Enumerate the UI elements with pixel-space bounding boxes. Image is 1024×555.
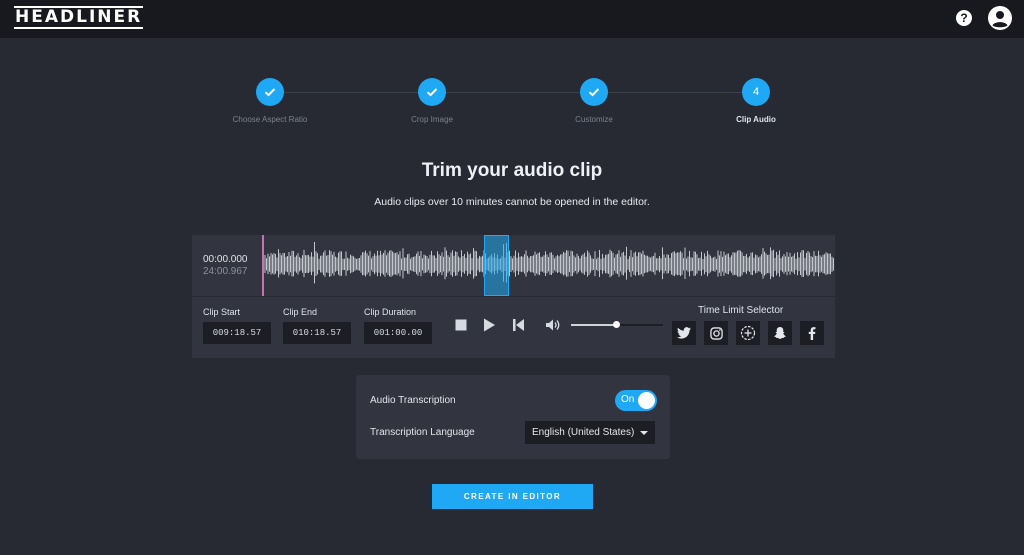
step-crop-image[interactable]: Crop Image <box>362 78 502 124</box>
clip-end-label: Clip End <box>283 307 318 317</box>
clip-controls-panel: Clip Start 009:18.57 Clip End 010:18.57 … <box>192 297 835 358</box>
step-label: Customize <box>575 115 613 124</box>
clip-end-field[interactable]: 010:18.57 <box>283 322 351 344</box>
step-label: Choose Aspect Ratio <box>232 115 308 124</box>
step-complete-check-icon <box>580 78 608 106</box>
step-complete-check-icon <box>418 78 446 106</box>
chevron-down-icon <box>640 431 648 435</box>
time-limit-selector-label: Time Limit Selector <box>698 305 784 316</box>
add-circle-icon <box>740 325 756 341</box>
step-label: Crop Image <box>411 115 453 124</box>
help-icon[interactable]: ? <box>956 10 972 26</box>
audio-waveform[interactable] <box>262 235 835 296</box>
step-complete-check-icon <box>256 78 284 106</box>
volume-slider-remaining <box>616 324 663 326</box>
create-in-editor-button[interactable]: CREATE IN EDITOR <box>432 484 593 509</box>
instagram-button[interactable] <box>704 321 728 345</box>
add-platform-button[interactable] <box>736 321 760 345</box>
step-customize[interactable]: Customize <box>524 78 664 124</box>
waveform-panel[interactable]: 00:00.000 24:00.967 <box>192 235 835 296</box>
playhead[interactable] <box>262 235 264 296</box>
twitter-button[interactable] <box>672 321 696 345</box>
total-duration: 24:00.967 <box>203 266 248 277</box>
waveform-bars <box>262 242 834 284</box>
headliner-logo[interactable]: HEADLINER <box>14 6 144 29</box>
user-avatar-icon[interactable] <box>988 6 1012 30</box>
page-subtitle: Audio clips over 10 minutes cannot be op… <box>374 196 650 208</box>
clip-start-label: Clip Start <box>203 307 241 317</box>
clip-duration-label: Clip Duration <box>364 307 417 317</box>
twitter-icon <box>677 327 691 339</box>
volume-slider-knob[interactable] <box>613 321 620 328</box>
transcription-language-label: Transcription Language <box>370 427 475 438</box>
stepper-track <box>270 92 756 93</box>
snapchat-icon <box>774 327 786 339</box>
audio-transcription-label: Audio Transcription <box>370 395 456 406</box>
play-icon[interactable] <box>482 318 496 332</box>
facebook-button[interactable] <box>800 321 824 345</box>
audio-transcription-toggle[interactable]: On <box>615 390 657 411</box>
page-title: Trim your audio clip <box>421 160 603 181</box>
volume-icon[interactable] <box>545 318 561 332</box>
clip-selection-region[interactable] <box>484 235 509 296</box>
snapchat-button[interactable] <box>768 321 792 345</box>
step-label: Clip Audio <box>736 115 776 124</box>
toggle-knob <box>638 392 655 409</box>
transcription-language-select[interactable]: English (United States) <box>525 421 655 444</box>
step-choose-aspect-ratio[interactable]: Choose Aspect Ratio <box>200 78 340 124</box>
clip-start-field[interactable]: 009:18.57 <box>203 322 271 344</box>
transcription-card: Audio Transcription On Transcription Lan… <box>356 375 670 459</box>
facebook-icon <box>808 326 816 340</box>
top-bar: HEADLINER ? <box>0 0 1024 38</box>
selected-language: English (United States) <box>532 427 635 438</box>
current-time: 00:00.000 <box>203 254 248 265</box>
clip-duration-field[interactable]: 001:00.00 <box>364 322 432 344</box>
skip-back-icon[interactable] <box>512 318 526 332</box>
toggle-state-text: On <box>621 394 635 405</box>
step-clip-audio: 4 Clip Audio <box>686 78 826 124</box>
step-number: 4 <box>742 78 770 106</box>
instagram-icon <box>709 326 723 340</box>
stop-icon[interactable] <box>454 318 468 332</box>
